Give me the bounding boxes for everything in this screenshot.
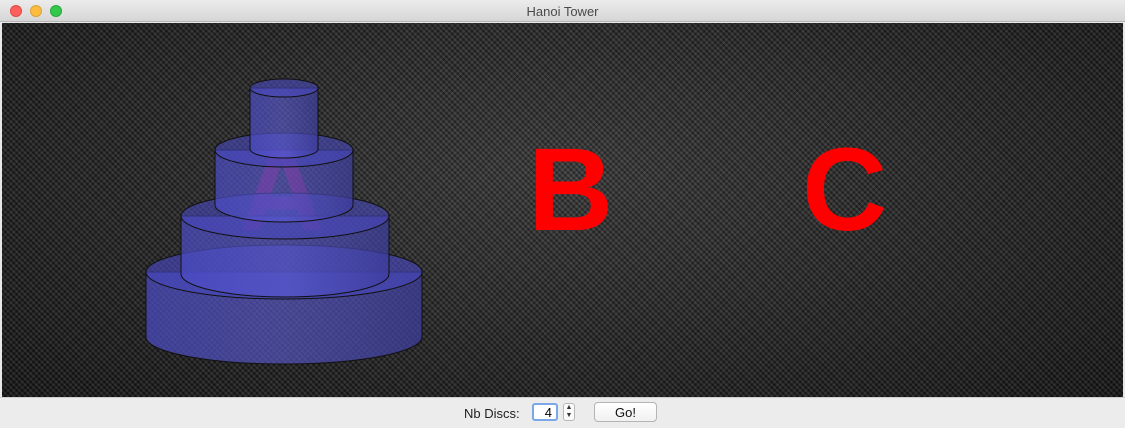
title-bar: Hanoi Tower <box>0 0 1125 22</box>
nb-discs-label: Nb Discs: <box>464 406 520 421</box>
window-title: Hanoi Tower <box>526 4 599 19</box>
chevron-down-icon[interactable]: ▼ <box>564 412 574 420</box>
nb-discs-stepper[interactable]: ▲ ▼ <box>563 403 575 421</box>
disc-1 <box>249 78 319 159</box>
app-window: Hanoi Tower A B C <box>0 0 1125 428</box>
disc-stack-a <box>145 78 423 365</box>
nb-discs-input[interactable] <box>532 403 558 421</box>
go-button[interactable]: Go! <box>594 402 657 422</box>
control-bar: Nb Discs: ▲ ▼ Go! <box>0 397 1125 428</box>
hanoi-board: A B C <box>2 23 1123 397</box>
chevron-up-icon[interactable]: ▲ <box>564 404 574 412</box>
